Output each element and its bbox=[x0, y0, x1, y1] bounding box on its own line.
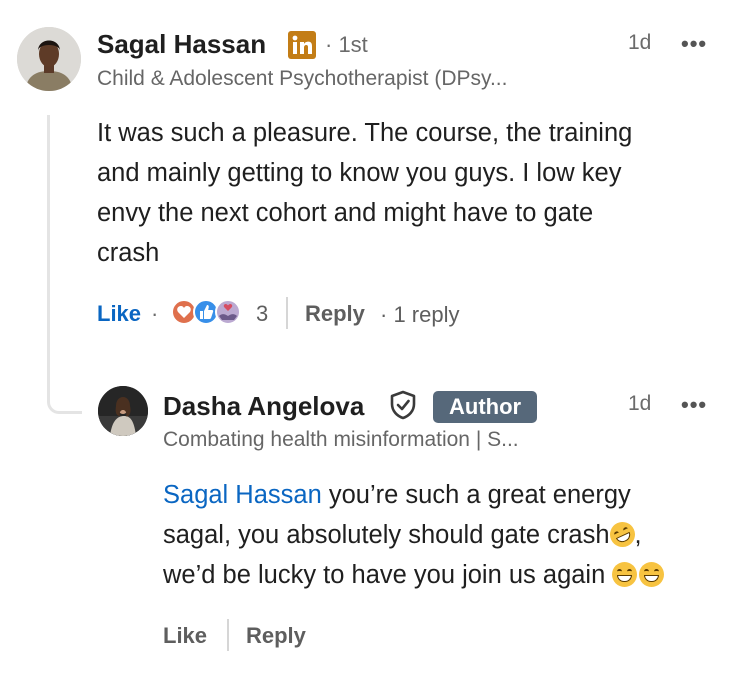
comment-author-name[interactable]: Sagal Hassan bbox=[97, 29, 266, 60]
comment-text-line: crash bbox=[97, 239, 160, 267]
thread-connector-line bbox=[47, 115, 82, 414]
comment-reply-button[interactable]: Reply bbox=[305, 301, 365, 327]
reply-like-button[interactable]: Like bbox=[163, 623, 207, 649]
comment-like-button[interactable]: Like bbox=[97, 301, 141, 327]
reply-text-segment: we’d be lucky to have you join us again bbox=[163, 561, 613, 589]
reply-text-line-1: Sagal Hassan you’re such a great energy bbox=[163, 475, 743, 515]
reply-text-segment: you’re such a great energy bbox=[321, 481, 631, 509]
reply-timestamp: 1d bbox=[628, 392, 652, 415]
reply-author-name[interactable]: Dasha Angelova bbox=[163, 391, 364, 422]
comment-timestamp: 1d bbox=[628, 31, 652, 54]
dasha-avatar-photo bbox=[98, 386, 148, 436]
connection-degree: · 1st bbox=[325, 32, 368, 57]
grin-emoji bbox=[612, 562, 638, 587]
reply-author-headline: Combating health misinformation | S... bbox=[163, 428, 519, 451]
replies-count-link[interactable]: · 1 reply bbox=[380, 302, 459, 328]
sagal-avatar-photo bbox=[17, 27, 81, 91]
action-separator-dot: · bbox=[151, 301, 159, 326]
reaction-count[interactable]: 3 bbox=[256, 301, 268, 327]
author-badge: Author bbox=[433, 391, 538, 423]
linkedin-icon bbox=[288, 31, 316, 59]
verified-shield-icon bbox=[388, 389, 418, 421]
reply-more-options-button[interactable]: ••• bbox=[681, 392, 707, 418]
comment-text-line: and mainly getting to know you guys. I l… bbox=[97, 159, 622, 187]
support-reaction-icon bbox=[215, 299, 241, 325]
mention-link[interactable]: Sagal Hassan bbox=[163, 481, 322, 509]
reply-text-segment: , bbox=[634, 521, 642, 549]
action-divider bbox=[286, 297, 288, 329]
reaction-icons[interactable] bbox=[170, 297, 246, 327]
like-reaction-icon bbox=[193, 299, 219, 325]
reply-text-line-2: sagal, you absolutely should gate crash, bbox=[163, 515, 743, 555]
comment-text-line: It was such a pleasure. The course, the … bbox=[97, 119, 633, 147]
reply-text-line-3: we’d be lucky to have you join us again bbox=[163, 555, 743, 595]
grin-emoji bbox=[639, 562, 665, 587]
comment-text: It was such a pleasure. The course, the … bbox=[97, 113, 727, 273]
love-reaction-icon bbox=[171, 299, 197, 325]
sagal-avatar[interactable] bbox=[17, 27, 81, 91]
reply-text: Sagal Hassan you’re such a great energy … bbox=[163, 475, 743, 595]
action-divider bbox=[227, 619, 229, 651]
reply-reply-button[interactable]: Reply bbox=[246, 623, 306, 649]
comment-author-headline: Child & Adolescent Psychotherapist (DPsy… bbox=[97, 67, 508, 90]
dasha-avatar[interactable] bbox=[98, 386, 148, 436]
reply-text-segment: sagal, you absolutely should gate crash bbox=[163, 521, 610, 549]
comment-text-line: envy the next cohort and might have to g… bbox=[97, 199, 594, 227]
comment-more-options-button[interactable]: ••• bbox=[681, 31, 707, 57]
